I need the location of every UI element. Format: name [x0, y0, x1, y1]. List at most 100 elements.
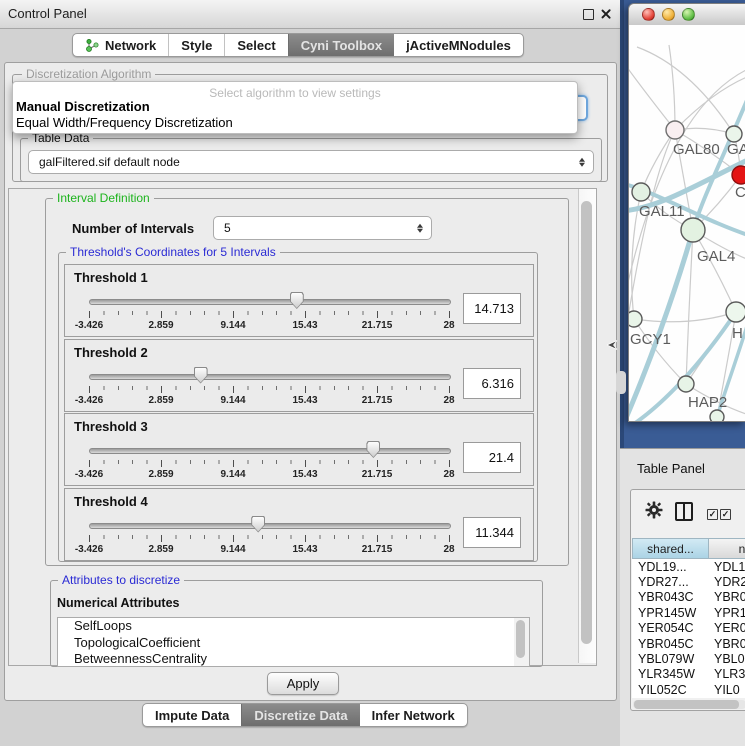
number-of-intervals-label: Number of Intervals [72, 221, 194, 236]
table-row[interactable]: YBL079W YBL0 [632, 651, 745, 666]
discretization-algorithm-label: Discretization Algorithm [22, 68, 155, 81]
tab-select[interactable]: Select [224, 34, 287, 56]
tab-cyni-toolbox[interactable]: Cyni Toolbox [288, 34, 394, 56]
network-edge[interactable] [637, 47, 734, 134]
network-node-label: GAL [727, 141, 745, 158]
network-edge-thick[interactable] [693, 93, 745, 230]
network-edge[interactable] [629, 59, 675, 130]
column-header-name[interactable]: na [709, 538, 745, 559]
table-row[interactable]: YIL052C YIL0 [632, 682, 745, 697]
table-panel-title: Table Panel [637, 461, 705, 476]
threshold-value-field[interactable]: 11.344 [463, 517, 521, 548]
threshold-slider-track[interactable] [89, 523, 451, 529]
attribute-list-item[interactable]: TopologicalCoefficient [58, 635, 515, 652]
tab-label: Discretize Data [254, 708, 347, 723]
threshold-slider-thumb[interactable] [366, 441, 380, 458]
tick-label: 15.43 [292, 320, 317, 331]
minimize-traffic-light-icon[interactable] [662, 8, 675, 21]
network-node[interactable] [726, 126, 742, 142]
table-row[interactable]: YPR145W YPR1 [632, 605, 745, 620]
network-node[interactable] [681, 218, 705, 242]
column-layout-icon[interactable] [675, 502, 693, 521]
table-rows[interactable]: YDL19... YDL1 YDR27... YDR2 YBR043C YBR0… [632, 559, 745, 698]
panel-title: Control Panel [8, 0, 87, 28]
tab-jactivemnodules[interactable]: jActiveMNodules [394, 34, 523, 56]
divider-grip[interactable] [616, 371, 626, 394]
checkbox-icon[interactable]: ✓ [707, 509, 718, 520]
scrollbar-thumb[interactable] [581, 201, 592, 644]
cell-shared-name: YBR045C [632, 637, 709, 651]
threshold-slider-track[interactable] [89, 448, 451, 454]
dropdown-option-manual[interactable]: Manual Discretization [16, 99, 150, 114]
scrollbar-thumb[interactable] [516, 620, 525, 658]
network-node-label: GCY1 [630, 331, 671, 348]
network-node[interactable] [629, 311, 642, 327]
numerical-attributes-list[interactable]: SelfLoopsTopologicalCoefficientBetweenne… [57, 617, 516, 667]
apply-button[interactable]: Apply [267, 672, 339, 695]
table-row[interactable]: YDL19... YDL1 [632, 559, 745, 574]
bottom-tabs-segmented: Impute Data Discretize Data Infer Networ… [142, 703, 468, 727]
tab-impute-data[interactable]: Impute Data [143, 704, 241, 726]
zoom-traffic-light-icon[interactable] [682, 8, 695, 21]
threshold-value-field[interactable]: 21.4 [463, 442, 521, 473]
mouse-cursor [607, 340, 619, 352]
close-traffic-light-icon[interactable] [642, 8, 655, 21]
threshold-slider-track[interactable] [89, 299, 451, 305]
window-titlebar[interactable] [629, 4, 745, 26]
tab-discretize-data[interactable]: Discretize Data [241, 704, 359, 726]
checkbox-icon[interactable]: ✓ [720, 509, 731, 520]
network-node[interactable] [632, 183, 650, 201]
cell-name: YPR1 [709, 606, 745, 620]
tick-label: 9.144 [220, 544, 245, 555]
tab-label: Impute Data [155, 708, 229, 723]
threshold-slider-thumb[interactable] [194, 367, 208, 384]
gear-icon[interactable] [645, 501, 663, 519]
horizontal-scrollbar[interactable] [633, 700, 745, 709]
attribute-list-item[interactable]: SelfLoops [58, 618, 515, 635]
network-edge[interactable] [669, 45, 675, 130]
table-row[interactable]: YDR27... YDR2 [632, 574, 745, 589]
cell-shared-name: YER054C [632, 621, 709, 635]
slider-major-ticks [89, 311, 450, 318]
threshold-value-field[interactable]: 14.713 [463, 293, 521, 324]
scrollbar-thumb[interactable] [634, 700, 739, 709]
float-window-icon[interactable] [583, 9, 594, 20]
table-row[interactable]: YLR345W YLR3 [632, 667, 745, 682]
cell-shared-name: YBR043C [632, 590, 709, 604]
tab-network[interactable]: Network [73, 34, 168, 56]
attributes-list-scrollbar[interactable] [514, 617, 530, 667]
network-edge[interactable] [641, 130, 675, 192]
network-node[interactable] [666, 121, 684, 139]
table-row[interactable]: YBR045C YBR0 [632, 636, 745, 651]
network-view-window: GAL80GALCGAL11GAL4GCY1HHAP2 [628, 3, 745, 422]
network-edge[interactable] [634, 312, 736, 322]
slider-major-ticks [89, 460, 450, 467]
threshold-slider-track[interactable] [89, 374, 451, 380]
tick-label: 2.859 [148, 395, 173, 406]
network-node[interactable] [732, 166, 745, 184]
tab-infer-network[interactable]: Infer Network [360, 704, 467, 726]
tick-label: 9.144 [220, 320, 245, 331]
table-data-combobox[interactable]: galFiltered.sif default node [28, 150, 594, 174]
number-of-intervals-combobox[interactable]: 5 [213, 216, 432, 240]
threshold-slider-thumb[interactable] [251, 516, 265, 533]
network-node[interactable] [710, 410, 724, 421]
tick-label: 21.715 [362, 544, 393, 555]
network-node[interactable] [726, 302, 745, 322]
control-panel-titlebar: Control Panel [0, 0, 620, 29]
network-node[interactable] [678, 376, 694, 392]
threshold-value-field[interactable]: 6.316 [463, 368, 521, 399]
attribute-list-item[interactable]: BetweennessCentrality [58, 651, 515, 667]
dropdown-option-equal-width[interactable]: Equal Width/Frequency Discretization [16, 115, 233, 130]
close-icon[interactable] [600, 8, 612, 20]
vertical-scrollbar[interactable] [578, 189, 596, 663]
network-graph-canvas[interactable]: GAL80GALCGAL11GAL4GCY1HHAP2 [629, 25, 745, 421]
combo-stepper-icon [416, 222, 424, 235]
threshold-slider-thumb[interactable] [290, 292, 304, 309]
column-header-shared-name[interactable]: shared... [632, 538, 709, 559]
tab-style[interactable]: Style [168, 34, 224, 56]
tab-label: Select [237, 38, 275, 53]
table-row[interactable]: YER054C YER0 [632, 621, 745, 636]
network-node-label: H [732, 325, 743, 342]
table-row[interactable]: YBR043C YBR0 [632, 590, 745, 605]
